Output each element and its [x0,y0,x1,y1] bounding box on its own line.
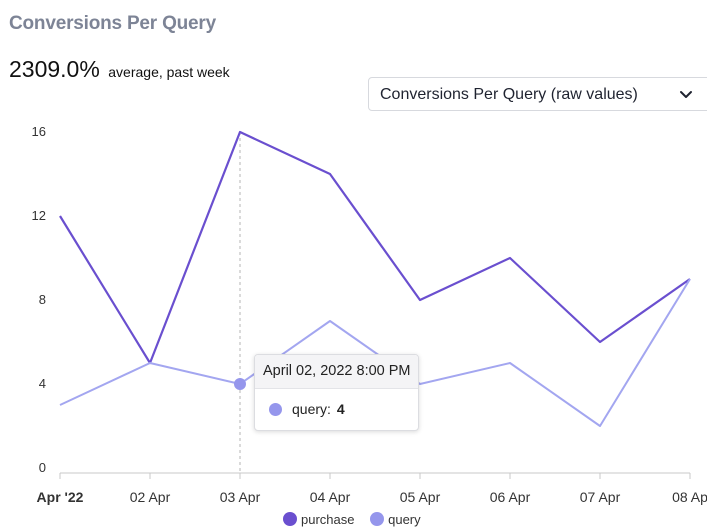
x-tick-label: 03 Apr [220,489,261,505]
y-tick-label: 12 [32,208,46,223]
x-tick-label: Apr '22 [37,489,84,505]
y-tick-label: 4 [39,376,46,391]
x-axis: Apr '22 02 Apr 03 Apr 04 Apr 05 Apr 06 Apr 07 … [37,472,707,505]
line-chart: 0 4 8 12 16 Apr '22 02 Apr 03 Apr 04 Apr 05 Apr 0… [32,124,707,505]
legend-dot-query [370,512,385,526]
tooltip-title: April 02, 2022 8:00 PM [255,355,418,389]
tooltip-series-label: query: [292,401,331,417]
hover-point[interactable] [234,378,246,390]
tooltip-row: query: 4 [269,401,345,417]
y-axis: 0 4 8 12 16 [32,124,46,475]
x-tick-label: 08 Ap [672,489,707,505]
tooltip-value: 4 [336,401,345,417]
x-tick-label: 02 Apr [130,489,171,505]
y-tick-label: 8 [39,292,46,307]
x-tick-label: 05 Apr [400,489,441,505]
y-tick-label: 0 [39,460,46,475]
legend-label-purchase: purchase [301,512,355,527]
legend: purchase query [283,512,433,527]
tooltip-series-dot [269,403,282,416]
legend-item-query[interactable]: query [370,512,421,527]
y-tick-label: 16 [32,124,46,139]
legend-dot-purchase [283,512,297,526]
series-line-purchase [59,130,691,365]
legend-label-query: query [388,512,421,527]
x-tick-label: 06 Apr [490,489,531,505]
x-tick-label: 07 Apr [580,489,621,505]
x-tick-label: 04 Apr [310,489,351,505]
hover-tooltip: April 02, 2022 8:00 PM query: 4 [254,354,419,431]
legend-item-purchase[interactable]: purchase [283,512,354,527]
